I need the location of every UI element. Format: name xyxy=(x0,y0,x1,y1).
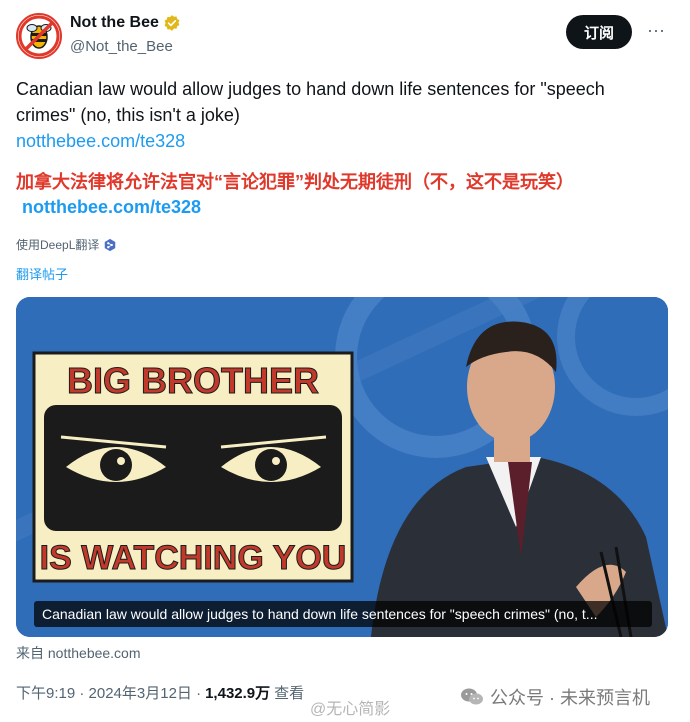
tweet-text: Canadian law would allow judges to hand … xyxy=(16,79,605,125)
wechat-watermark: 公众号 · 未来预言机 xyxy=(460,684,650,710)
tweet-link[interactable]: notthebee.com/te328 xyxy=(16,131,185,152)
timestamp[interactable]: 下午9:19 · 2024年3月12日 · xyxy=(16,682,201,703)
view-label: 查看 xyxy=(274,685,305,702)
translated-text: 加拿大法律将允许法官对“言论犯罪”判处无期徒刑（不，这不是玩笑） xyxy=(16,172,574,192)
wechat-icon xyxy=(461,688,483,705)
media-illustration: BIG BROTHER IS WATCHING YOU xyxy=(16,297,668,637)
view-count: 1,432.9万 xyxy=(205,685,271,702)
handle[interactable]: @Not_the_Bee xyxy=(70,38,173,55)
weibo-watermark: @无心简影 xyxy=(310,701,391,718)
bee-avatar-icon xyxy=(18,15,60,57)
media-caption: Canadian law would allow judges to hand … xyxy=(34,601,652,627)
avatar[interactable] xyxy=(16,13,62,59)
verified-badge-icon xyxy=(164,15,180,31)
link-source[interactable]: 来自 notthebee.com xyxy=(16,643,141,663)
poster-title: BIG BROTHER xyxy=(67,360,319,401)
subscribe-button[interactable]: 订阅 xyxy=(565,15,632,49)
tweet-meta: 下午9:19 · 2024年3月12日 · 1,432.9万 查看 xyxy=(16,682,304,703)
wechat-label: 公众号 · 未来预言机 xyxy=(490,688,650,708)
name-row: Not the Bee xyxy=(70,14,181,32)
translated-link[interactable]: notthebee.com/te328 xyxy=(22,197,201,218)
deepl-label: 使用DeepL翻译 xyxy=(16,238,100,252)
tweet-header: Not the Bee @Not_the_Bee 订阅 ··· xyxy=(16,12,674,60)
deepl-icon xyxy=(105,238,116,251)
display-name[interactable]: Not the Bee xyxy=(70,14,159,32)
poster-subtitle: IS WATCHING YOU xyxy=(40,539,347,577)
link-card-image[interactable]: BIG BROTHER IS WATCHING YOU Canadian law… xyxy=(16,297,668,637)
translate-post-link[interactable]: 翻译帖子 xyxy=(16,264,68,283)
more-icon[interactable]: ··· xyxy=(644,20,668,44)
deepl-attribution: 使用DeepL翻译 xyxy=(16,236,117,253)
